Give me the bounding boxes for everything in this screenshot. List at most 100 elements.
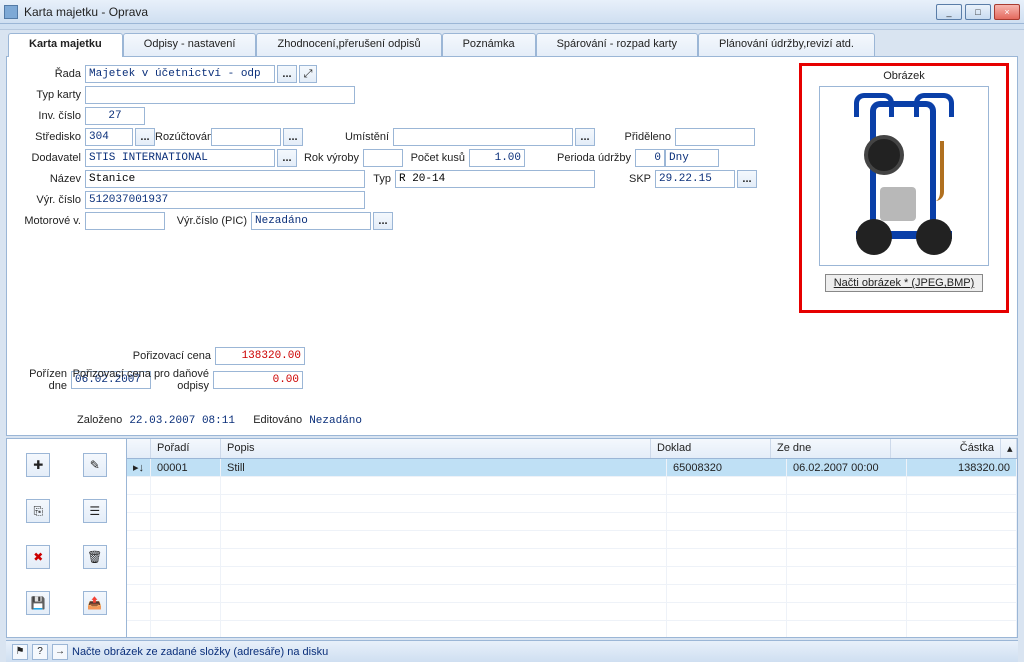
table-row[interactable] (127, 495, 1017, 513)
toolbar-edit-icon[interactable]: ✎ (83, 453, 107, 477)
toolbar-delete-icon[interactable]: ✖ (26, 545, 50, 569)
toolbar-new-icon[interactable]: ✚ (26, 453, 50, 477)
maximize-button[interactable]: □ (965, 4, 991, 20)
status-arrow-icon[interactable]: → (52, 644, 68, 660)
value-editovano: Nezadáno (309, 415, 362, 427)
grid-header-indicator (127, 439, 151, 458)
label-nazev: Název (15, 173, 85, 185)
toolbar-props-icon[interactable]: ☰ (83, 499, 107, 523)
status-text: Načte obrázek ze zadané složky (adresáře… (72, 646, 328, 658)
table-row[interactable] (127, 513, 1017, 531)
input-umisteni[interactable] (393, 128, 573, 146)
top-shadow (0, 24, 1024, 30)
input-stredisko[interactable] (85, 128, 133, 146)
input-prideleno[interactable] (675, 128, 755, 146)
table-row[interactable]: ▸ ↓ 00001 Still 65008320 06.02.2007 00:0… (127, 459, 1017, 477)
grid-header-poradi[interactable]: Pořadí (151, 439, 221, 458)
label-rokvyroby: Rok výroby (297, 152, 363, 164)
input-perioda-value[interactable] (635, 149, 665, 167)
minimize-button[interactable]: _ (936, 4, 962, 20)
input-motorove[interactable] (85, 212, 165, 230)
label-rada: Řada (15, 68, 85, 80)
cell-doklad: 65008320 (667, 459, 787, 477)
grid-header-castka[interactable]: Částka (891, 439, 1001, 458)
input-pocetkusu[interactable] (469, 149, 525, 167)
vertical-toolbar: ✚ ✎ ⎘ ☰ ✖ 🗑 💾 📤 (6, 438, 126, 638)
tab-odpisy[interactable]: Odpisy - nastavení (123, 33, 257, 57)
input-nazev[interactable] (85, 170, 365, 188)
table-row[interactable] (127, 567, 1017, 585)
tab-strip: Karta majetku Odpisy - nastavení Zhodnoc… (0, 32, 1024, 56)
input-rada[interactable] (85, 65, 275, 83)
cell-zedne: 06.02.2007 00:00 (787, 459, 907, 477)
vyrcislopic-lookup[interactable]: ... (373, 212, 393, 230)
grid-header-doklad[interactable]: Doklad (651, 439, 771, 458)
toolbar-copy-icon[interactable]: ⎘ (26, 499, 50, 523)
input-invcislo[interactable] (85, 107, 145, 125)
table-row[interactable] (127, 621, 1017, 637)
input-typkarty[interactable] (85, 86, 355, 104)
form-area: Řada ... ⤢ Typ karty Inv. číslo Středisk… (6, 56, 1018, 436)
input-rokvyroby[interactable] (363, 149, 403, 167)
toolbar-save-icon[interactable]: 💾 (26, 591, 50, 615)
rada-lookup[interactable]: ... (277, 65, 297, 83)
input-vyrcislo[interactable] (85, 191, 365, 209)
lower-area: ✚ ✎ ⎘ ☰ ✖ 🗑 💾 📤 Pořadí Popis Doklad Ze d… (6, 438, 1018, 638)
grid-scroll-up-icon[interactable]: ▴ (1001, 439, 1017, 458)
statusbar: ⚑ ? → Načte obrázek ze zadané složky (ad… (6, 640, 1018, 662)
table-row[interactable] (127, 585, 1017, 603)
rada-expand-icon[interactable]: ⤢ (299, 65, 317, 83)
label-pocetkusu: Počet kusů (403, 152, 469, 164)
titlebar: Karta majetku - Oprava _ □ × (0, 0, 1024, 24)
window-title: Karta majetku - Oprava (24, 5, 936, 19)
grid-header-popis[interactable]: Popis (221, 439, 651, 458)
umisteni-lookup[interactable]: ... (575, 128, 595, 146)
label-prideleno: Přiděleno (595, 131, 675, 143)
input-vyrcislopic[interactable] (251, 212, 371, 230)
grid-header-zedne[interactable]: Ze dne (771, 439, 891, 458)
toolbar-export-icon[interactable]: 📤 (83, 591, 107, 615)
tab-sparovani[interactable]: Spárování - rozpad karty (536, 33, 698, 57)
status-flag-icon[interactable]: ⚑ (12, 644, 28, 660)
tab-zhodnoceni[interactable]: Zhodnocení,přerušení odpisů (256, 33, 441, 57)
meta-line: Založeno 22.03.2007 08:11 Editováno Neza… (77, 414, 368, 427)
input-rozuctovani[interactable] (211, 128, 281, 146)
label-motorove: Motorové v. (15, 215, 85, 227)
label-stredisko: Středisko (15, 131, 85, 143)
toolbar-deleteall-icon[interactable]: 🗑 (83, 545, 107, 569)
label-editovano: Editováno (253, 414, 302, 426)
label-umisteni: Umístění (303, 131, 393, 143)
load-image-button[interactable]: Načti obrázek * (JPEG,BMP) (825, 274, 984, 292)
input-perioda-unit[interactable] (665, 149, 719, 167)
row-indicator: ▸ ↓ (127, 459, 151, 477)
table-row[interactable] (127, 531, 1017, 549)
skp-lookup[interactable]: ... (737, 170, 757, 188)
label-typ: Typ (365, 173, 395, 185)
input-porizovaci[interactable] (215, 347, 305, 365)
input-skp[interactable] (655, 170, 735, 188)
table-row[interactable] (127, 549, 1017, 567)
stredisko-lookup[interactable]: ... (135, 128, 155, 146)
image-panel: Obrázek Načti obrázek * (JPEG,BMP) (799, 63, 1009, 313)
tab-poznamka[interactable]: Poznámka (442, 33, 536, 57)
label-zalozeno: Založeno (77, 414, 122, 426)
grid: Pořadí Popis Doklad Ze dne Částka ▴ ▸ ↓ … (126, 438, 1018, 638)
grid-body[interactable]: ▸ ↓ 00001 Still 65008320 06.02.2007 00:0… (127, 459, 1017, 637)
tab-karta-majetku[interactable]: Karta majetku (8, 33, 123, 57)
pricing-block: Pořizovací cena Pořízen dne Pořizovací c… (15, 347, 305, 395)
label-dodavatel: Dodavatel (15, 152, 85, 164)
input-typ[interactable] (395, 170, 595, 188)
tab-planovani[interactable]: Plánování údržby,revizí atd. (698, 33, 875, 57)
label-porizovaci-danove: Pořizovací cena pro daňové odpisy (41, 368, 213, 392)
label-vyrcislopic: Výr.číslo (PIC) (165, 215, 251, 227)
dodavatel-lookup[interactable]: ... (277, 149, 297, 167)
input-porizovaci-danove[interactable] (213, 371, 303, 389)
rozuctovani-lookup[interactable]: ... (283, 128, 303, 146)
table-row[interactable] (127, 477, 1017, 495)
table-row[interactable] (127, 603, 1017, 621)
input-dodavatel[interactable] (85, 149, 275, 167)
close-button[interactable]: × (994, 4, 1020, 20)
label-rozuctovani: Rozúčtování (155, 131, 211, 143)
label-invcislo: Inv. číslo (15, 110, 85, 122)
status-help-icon[interactable]: ? (32, 644, 48, 660)
